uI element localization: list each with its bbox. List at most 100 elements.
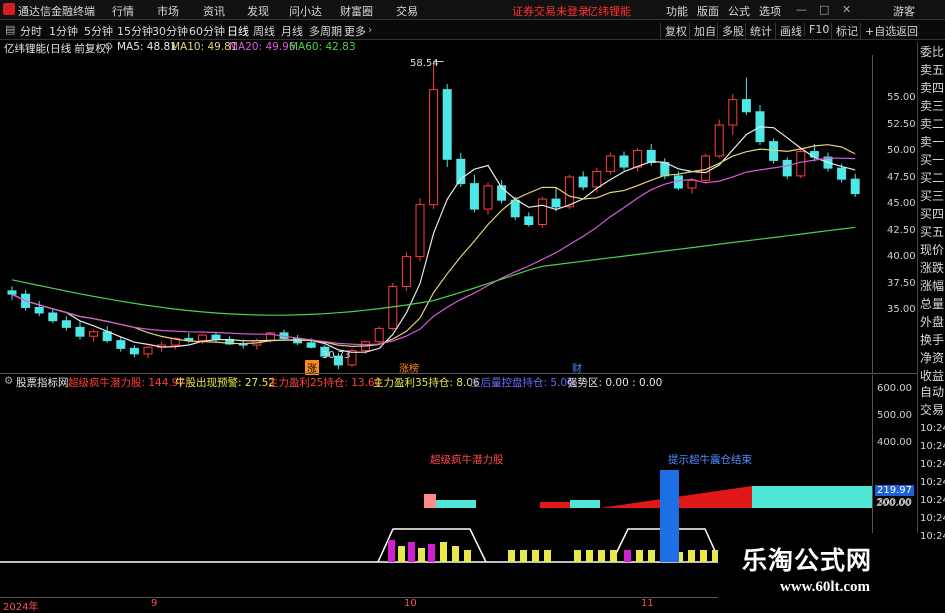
quote-sidebar: 委比 卖五 卖四 卖三 卖二 卖一 买一 买二 买三 买四 买五 现价 涨跌 涨… xyxy=(917,42,945,609)
guest-label[interactable]: 游客 xyxy=(893,3,915,19)
period-tab-1min[interactable]: 1分钟 xyxy=(49,23,78,39)
candle-body xyxy=(211,334,221,341)
sidebar-item[interactable]: 买三 xyxy=(920,189,945,204)
price-axis: 55.00 52.50 50.00 47.50 45.00 42.50 40.0… xyxy=(872,55,918,373)
menu-trade[interactable]: 交易 xyxy=(396,3,418,19)
menu-quotes[interactable]: 行情 xyxy=(112,3,134,19)
menu-formula[interactable]: 公式 xyxy=(728,3,750,19)
sidebar-item[interactable]: 卖三 xyxy=(920,99,945,114)
menu-news[interactable]: 资讯 xyxy=(203,3,225,19)
candlestick-chart[interactable] xyxy=(0,55,917,373)
period-tab-15min[interactable]: 15分钟 xyxy=(117,23,153,39)
settings-icon[interactable]: ⚙ xyxy=(4,375,13,387)
candle-body xyxy=(483,185,493,210)
period-tab-monthly[interactable]: 月线 xyxy=(281,23,303,39)
sidebar-item[interactable]: 涨跌 xyxy=(920,261,945,276)
menu-options[interactable]: 选项 xyxy=(759,3,781,19)
period-tab-5min[interactable]: 5分钟 xyxy=(84,23,113,39)
period-tab-tick[interactable]: 分时 xyxy=(20,23,42,39)
close-icon[interactable]: ✕ xyxy=(842,3,851,16)
settings-icon[interactable]: ⚙ xyxy=(104,41,113,53)
back-button[interactable]: 返回 xyxy=(891,23,918,39)
sidebar-item[interactable]: 换手 xyxy=(920,333,945,348)
signal-bar xyxy=(440,542,447,562)
candle-body xyxy=(714,124,724,157)
period-tab-60min[interactable]: 60分钟 xyxy=(189,23,225,39)
sidebar-item[interactable]: 外盘 xyxy=(920,315,945,330)
multi-stock-button[interactable]: 多股 xyxy=(717,23,744,39)
menu-market[interactable]: 市场 xyxy=(157,3,179,19)
trade-time: 10:24 xyxy=(920,531,945,542)
sidebar-item[interactable]: 净资 xyxy=(920,351,945,366)
sidebar-item[interactable]: 委比 xyxy=(920,45,945,60)
high-price-label: 58.54 xyxy=(410,58,439,69)
adjust-button[interactable]: 复权 xyxy=(660,23,687,39)
sidebar-item[interactable]: 买四 xyxy=(920,207,945,222)
signal-bar xyxy=(398,546,405,562)
sidebar-item[interactable]: 收益 xyxy=(920,369,945,384)
candle-body xyxy=(102,331,112,342)
watermark-url: www.60lt.com xyxy=(780,579,870,595)
sidebar-item[interactable]: 买一 xyxy=(920,153,945,168)
candle-body xyxy=(537,198,547,226)
menu-layout[interactable]: 版面 xyxy=(697,3,719,19)
signal-bar xyxy=(574,550,581,562)
signal-bar xyxy=(688,550,695,562)
menu-ask[interactable]: 问小达 xyxy=(289,3,322,19)
signal-bar xyxy=(532,550,539,562)
overlay-button[interactable]: 加自 xyxy=(689,23,716,39)
sidebar-item[interactable]: 涨幅 xyxy=(920,279,945,294)
signal-bar xyxy=(408,542,415,562)
minimize-icon[interactable]: — xyxy=(796,3,807,16)
sidebar-item[interactable]: 总量 xyxy=(920,297,945,312)
period-tab-30min[interactable]: 30分钟 xyxy=(152,23,188,39)
indicator-tick: 400.00 xyxy=(877,437,912,448)
menu-wealth[interactable]: 财富圈 xyxy=(340,3,373,19)
candle-body xyxy=(374,327,384,343)
collapse-icon[interactable]: ▤ xyxy=(5,23,15,36)
price-tick: 47.50 xyxy=(887,172,916,183)
indicator-value-5: 庄后量控盘持仓: 5.06 xyxy=(470,377,574,389)
statistics-button[interactable]: 统计 xyxy=(745,23,772,39)
trade-time: 10:24 xyxy=(920,423,945,434)
sidebar-item[interactable]: 买五 xyxy=(920,225,945,240)
candle-body xyxy=(592,170,602,188)
restore-icon[interactable]: □ xyxy=(819,3,829,16)
login-notice[interactable]: 证券交易未登录 xyxy=(512,3,589,19)
menu-function[interactable]: 功能 xyxy=(666,3,688,19)
period-tab-weekly[interactable]: 周线 xyxy=(253,23,275,39)
watermark-title: 乐淘公式网 xyxy=(742,546,873,575)
sidebar-item[interactable]: 卖一 xyxy=(920,135,945,150)
sidebar-item[interactable]: 卖四 xyxy=(920,81,945,96)
mark-button[interactable]: 标记 xyxy=(831,23,858,39)
candle-body xyxy=(837,167,847,180)
candle-body xyxy=(796,151,806,177)
ma20-legend: MA20: 49.96 xyxy=(229,41,296,53)
indicator-name[interactable]: 股票指标网 xyxy=(16,375,69,390)
sidebar-auto-trade[interactable]: 交易 xyxy=(920,403,945,418)
sidebar-item[interactable]: 卖二 xyxy=(920,117,945,132)
candle-body xyxy=(769,141,779,161)
menu-discover[interactable]: 发现 xyxy=(247,3,269,19)
indicator-block xyxy=(436,500,476,508)
indicator-value-1: 超级疯牛潜力股: 144.97 xyxy=(68,377,186,389)
candle-body xyxy=(809,151,819,158)
chevron-right-icon[interactable]: › xyxy=(368,23,372,36)
draw-line-button[interactable]: 画线 xyxy=(775,23,802,39)
sidebar-item[interactable]: 现价 xyxy=(920,243,945,258)
signal-bar xyxy=(636,550,643,562)
indicator-value-6: 强势区: 0.00 : 0.00 xyxy=(567,377,663,389)
sidebar-item[interactable]: 卖五 xyxy=(920,63,945,78)
candle-body xyxy=(116,340,126,349)
f10-button[interactable]: F10 xyxy=(804,23,829,36)
period-tab-multi[interactable]: 多周期 xyxy=(309,23,342,39)
price-tick: 37.50 xyxy=(887,278,916,289)
candle-body xyxy=(850,178,860,195)
period-tab-more[interactable]: 更多 xyxy=(344,23,366,39)
candle-body xyxy=(34,306,44,314)
sidebar-item[interactable]: 买二 xyxy=(920,171,945,186)
sidebar-auto-trade[interactable]: 自动 xyxy=(920,385,945,400)
indicator-value-3: 主力盈利25持仓: 13.60 xyxy=(268,377,382,389)
period-tab-daily[interactable]: 日线 xyxy=(227,23,249,39)
candle-body xyxy=(510,199,520,218)
